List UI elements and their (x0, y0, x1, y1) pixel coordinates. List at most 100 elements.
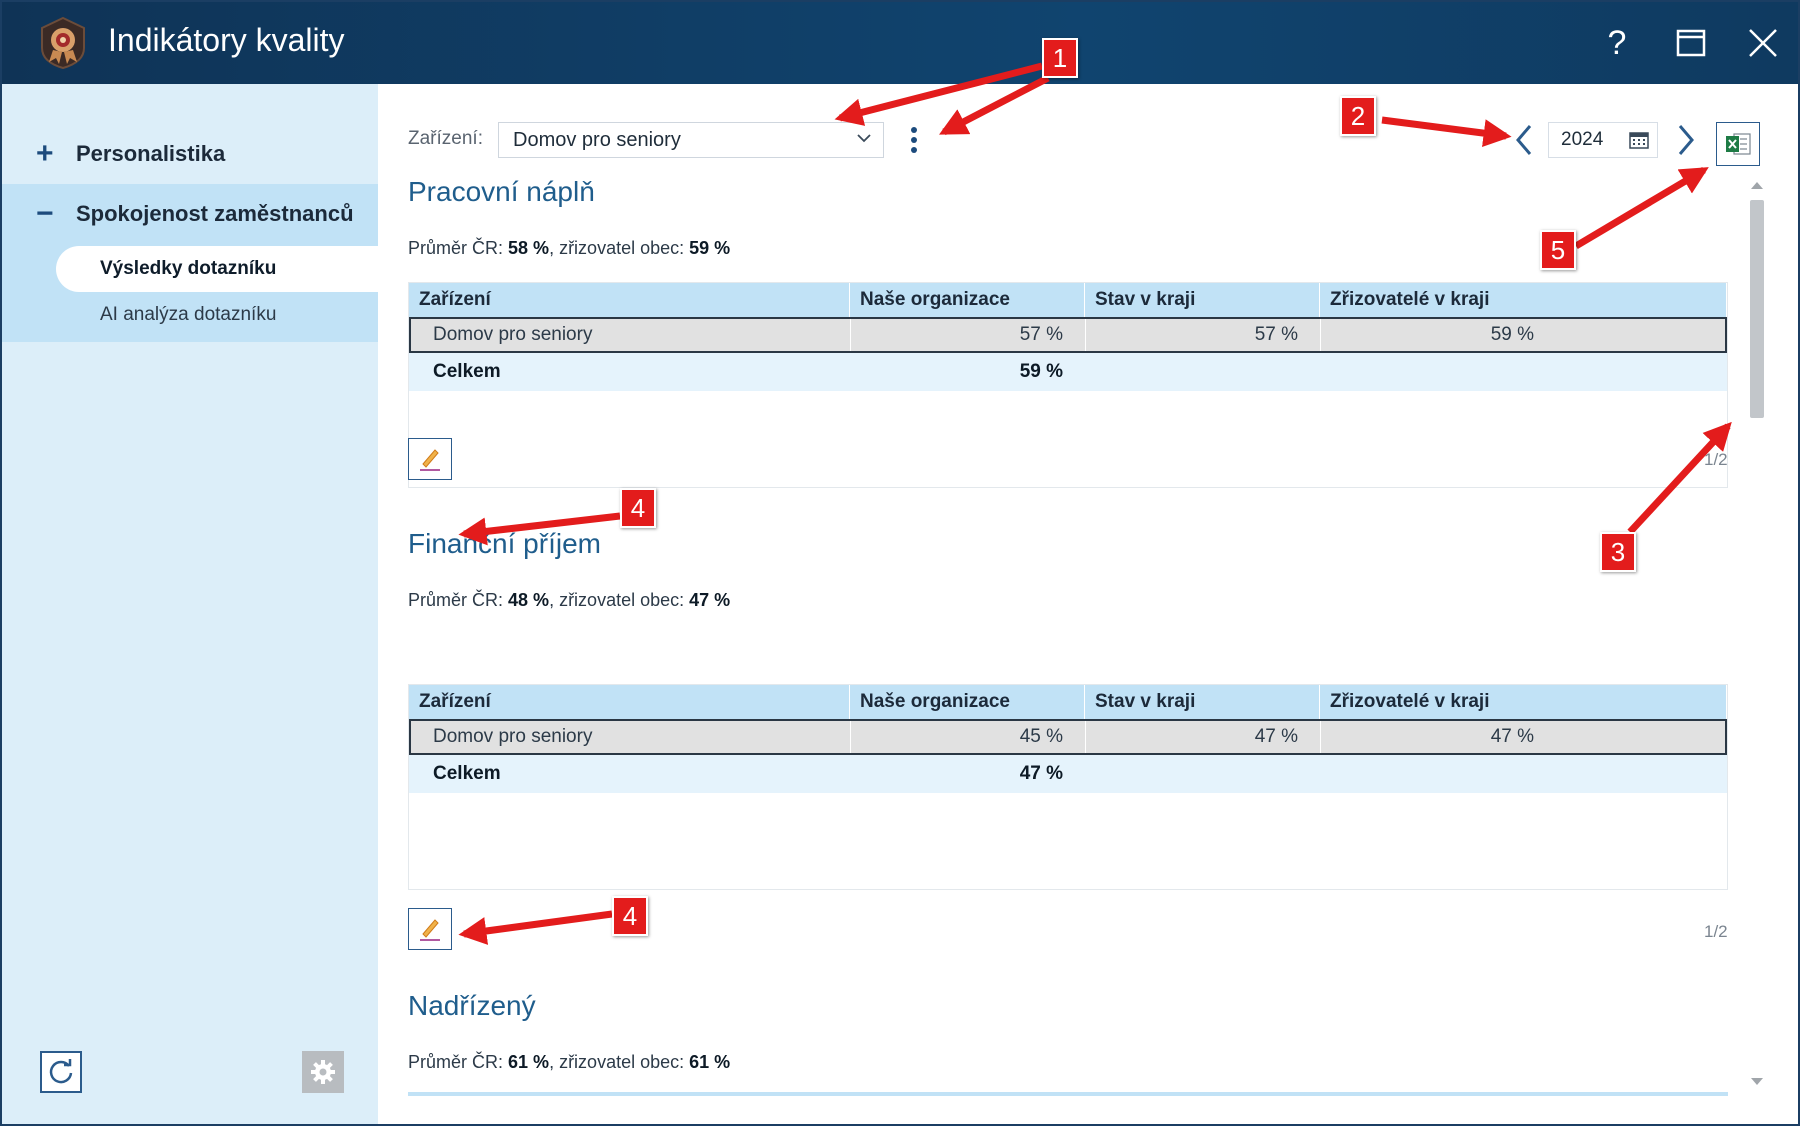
sidebar: + Personalistika − Spokojenost zaměstnan… (2, 84, 378, 1124)
settings-button[interactable] (302, 1051, 344, 1093)
year-value: 2024 (1561, 129, 1604, 150)
app-logo-icon (41, 16, 85, 70)
average-line: Průměr ČR: 61 %, zřizovatel obec: 61 % (408, 1052, 730, 1073)
scroll-up-arrow-icon[interactable] (1751, 182, 1763, 189)
section-title-nadrizeny: Nadřízený (408, 990, 536, 1021)
average-line: Průměr ČR: 58 %, zřizovatel obec: 59 % (408, 238, 730, 259)
avg-cr-value: 61 % (508, 1052, 550, 1072)
avg-mid: , zřizovatel obec: (549, 590, 685, 610)
year-field[interactable]: 2024 (1548, 122, 1658, 158)
calendar-icon[interactable] (1629, 131, 1649, 149)
close-button[interactable] (1734, 16, 1792, 70)
facility-label: Zařízení: (408, 128, 483, 149)
facility-select[interactable]: Domov pro seniory (498, 122, 884, 158)
maximize-button[interactable] (1662, 16, 1720, 70)
table-row[interactable]: Domov pro seniory 45 % 47 % 47 % (409, 719, 1727, 755)
table-header: Zařízení Naše organizace Stav v kraji Zř… (409, 685, 1727, 719)
app-window: Indikátory kvality ? + Personalistika − (0, 0, 1800, 1126)
chevron-down-icon (857, 134, 871, 143)
table-row[interactable]: Domov pro seniory 57 % 57 % 59 % (409, 317, 1727, 353)
pager-indicator: 1/2 (1704, 922, 1728, 941)
avg-prefix: Průměr ČR: (408, 590, 504, 610)
scrollbar-thumb[interactable] (1750, 200, 1764, 418)
expand-plus-icon: + (36, 137, 54, 170)
table-header: Zařízení Naše organizace Stav v kraji Zř… (409, 283, 1727, 317)
annotation-badge-3: 3 (1600, 532, 1636, 572)
refresh-icon (49, 1059, 73, 1084)
sidebar-section-spokojenost: − Spokojenost zaměstnanců Výsledky dotaz… (2, 184, 378, 342)
main-content: Zařízení: Domov pro seniory 2024 Pracovn… (378, 84, 1798, 1124)
close-icon (1749, 29, 1777, 57)
avg-obec-value: 59 % (689, 238, 731, 258)
cell-kraj: 57 % (1085, 319, 1320, 351)
excel-icon (1726, 133, 1751, 155)
vertical-scrollbar[interactable] (1746, 174, 1768, 1094)
header-zrizovatele-v-kraji[interactable]: Zřizovatelé v kraji (1320, 283, 1727, 317)
header-nase-organizace[interactable]: Naše organizace (850, 283, 1085, 317)
avg-obec-value: 61 % (689, 1052, 731, 1072)
sidebar-group-spokojenost[interactable]: − Spokojenost zaměstnanců (2, 184, 378, 244)
avg-mid: , zřizovatel obec: (549, 238, 685, 258)
edit-button[interactable] (408, 908, 452, 950)
results-table: Zařízení Naše organizace Stav v kraji Zř… (408, 282, 1728, 488)
sidebar-group-label: Spokojenost zaměstnanců (76, 201, 354, 226)
sidebar-item-vysledky-dotazniku[interactable]: Výsledky dotazníku (56, 246, 378, 292)
avg-obec-value: 47 % (689, 590, 731, 610)
annotation-badge-1: 1 (1042, 38, 1078, 78)
total-org: 47 % (1019, 763, 1063, 784)
refresh-button[interactable] (40, 1051, 82, 1093)
gear-icon (311, 1060, 335, 1084)
edit-button[interactable] (408, 438, 452, 480)
cell-zrizovatele: 47 % (1320, 721, 1556, 753)
facility-select-value: Domov pro seniory (513, 128, 681, 151)
annotation-badge-2: 2 (1340, 96, 1376, 136)
avg-cr-value: 58 % (508, 238, 550, 258)
pencil-icon (420, 919, 440, 941)
next-year-icon[interactable] (1670, 120, 1700, 160)
total-label: Celkem (433, 763, 501, 784)
export-excel-button[interactable] (1716, 122, 1760, 166)
header-stav-v-kraji[interactable]: Stav v kraji (1085, 283, 1320, 317)
cell-org: 57 % (850, 319, 1085, 351)
scroll-down-arrow-icon[interactable] (1751, 1078, 1763, 1085)
header-stav-v-kraji[interactable]: Stav v kraji (1085, 685, 1320, 719)
header-nase-organizace[interactable]: Naše organizace (850, 685, 1085, 719)
collapse-minus-icon: − (36, 197, 54, 230)
average-line: Průměr ČR: 48 %, zřizovatel obec: 47 % (408, 590, 730, 611)
cell-kraj: 47 % (1085, 721, 1320, 753)
avg-prefix: Průměr ČR: (408, 1052, 504, 1072)
pencil-icon (420, 449, 440, 471)
title-bar: Indikátory kvality ? (2, 2, 1798, 84)
sidebar-group-personalistika[interactable]: + Personalistika (2, 124, 378, 184)
cell-zrizovatele: 59 % (1320, 319, 1556, 351)
table-total-row: Celkem 59 % (409, 353, 1727, 391)
cell-facility: Domov pro seniory (433, 726, 593, 747)
table-total-row: Celkem 47 % (409, 755, 1727, 793)
table-header-partial (408, 1092, 1728, 1096)
help-button[interactable]: ? (1588, 16, 1646, 70)
maximize-icon (1676, 29, 1706, 57)
previous-year-icon[interactable] (1510, 120, 1540, 160)
window-title: Indikátory kvality (108, 22, 345, 58)
results-table: Zařízení Naše organizace Stav v kraji Zř… (408, 684, 1728, 890)
avg-mid: , zřizovatel obec: (549, 1052, 685, 1072)
sidebar-group-label: Personalistika (76, 141, 226, 166)
avg-cr-value: 48 % (508, 590, 550, 610)
section-title-financni-prijem: Finanční příjem (408, 528, 601, 559)
header-zarizeni[interactable]: Zařízení (409, 685, 850, 719)
cell-facility: Domov pro seniory (433, 324, 593, 345)
total-org: 59 % (1019, 361, 1063, 382)
total-label: Celkem (433, 361, 501, 382)
section-title-pracovni-napln: Pracovní náplň (408, 176, 595, 207)
header-zarizeni[interactable]: Zařízení (409, 283, 850, 317)
annotation-badge-4a: 4 (620, 488, 656, 528)
header-zrizovatele-v-kraji[interactable]: Zřizovatelé v kraji (1320, 685, 1727, 719)
pager-indicator: 1/2 (1704, 450, 1728, 469)
annotation-badge-4b: 4 (612, 896, 648, 936)
avg-prefix: Průměr ČR: (408, 238, 504, 258)
annotation-badge-5: 5 (1540, 230, 1576, 270)
help-icon: ? (1607, 23, 1627, 62)
cell-org: 45 % (850, 721, 1085, 753)
more-options-icon[interactable] (906, 124, 922, 156)
sidebar-item-ai-analyza[interactable]: AI analýza dotazníku (56, 292, 378, 338)
